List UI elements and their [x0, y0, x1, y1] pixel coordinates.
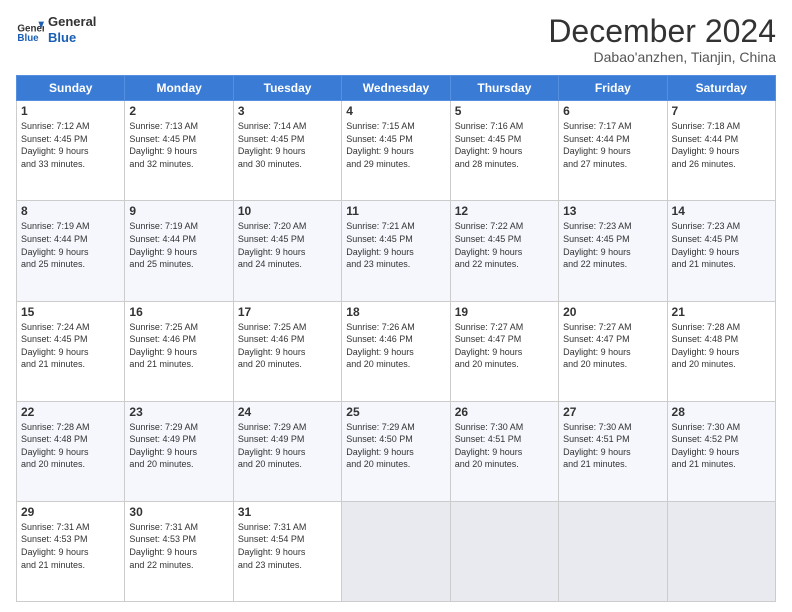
- table-row: 4 Sunrise: 7:15 AMSunset: 4:45 PMDayligh…: [342, 101, 450, 201]
- table-row: 22 Sunrise: 7:28 AMSunset: 4:48 PMDaylig…: [17, 401, 125, 501]
- week-row-2: 8 Sunrise: 7:19 AMSunset: 4:44 PMDayligh…: [17, 201, 776, 301]
- table-row: 25 Sunrise: 7:29 AMSunset: 4:50 PMDaylig…: [342, 401, 450, 501]
- logo-blue: Blue: [48, 30, 96, 46]
- table-row: 26 Sunrise: 7:30 AMSunset: 4:51 PMDaylig…: [450, 401, 558, 501]
- col-saturday: Saturday: [667, 76, 775, 101]
- empty-cell: [667, 501, 775, 601]
- location-subtitle: Dabao'anzhen, Tianjin, China: [548, 49, 776, 65]
- table-row: 31 Sunrise: 7:31 AMSunset: 4:54 PMDaylig…: [233, 501, 341, 601]
- table-row: 18 Sunrise: 7:26 AMSunset: 4:46 PMDaylig…: [342, 301, 450, 401]
- col-tuesday: Tuesday: [233, 76, 341, 101]
- week-row-3: 15 Sunrise: 7:24 AMSunset: 4:45 PMDaylig…: [17, 301, 776, 401]
- table-row: 11 Sunrise: 7:21 AMSunset: 4:45 PMDaylig…: [342, 201, 450, 301]
- col-wednesday: Wednesday: [342, 76, 450, 101]
- table-row: 24 Sunrise: 7:29 AMSunset: 4:49 PMDaylig…: [233, 401, 341, 501]
- table-row: 10 Sunrise: 7:20 AMSunset: 4:45 PMDaylig…: [233, 201, 341, 301]
- table-row: 29 Sunrise: 7:31 AMSunset: 4:53 PMDaylig…: [17, 501, 125, 601]
- title-block: December 2024 Dabao'anzhen, Tianjin, Chi…: [548, 14, 776, 65]
- table-row: 28 Sunrise: 7:30 AMSunset: 4:52 PMDaylig…: [667, 401, 775, 501]
- col-friday: Friday: [559, 76, 667, 101]
- table-row: 27 Sunrise: 7:30 AMSunset: 4:51 PMDaylig…: [559, 401, 667, 501]
- logo-icon: General Blue: [16, 16, 44, 44]
- empty-cell: [450, 501, 558, 601]
- table-row: 12 Sunrise: 7:22 AMSunset: 4:45 PMDaylig…: [450, 201, 558, 301]
- table-row: 3 Sunrise: 7:14 AMSunset: 4:45 PMDayligh…: [233, 101, 341, 201]
- empty-cell: [342, 501, 450, 601]
- week-row-1: 1 Sunrise: 7:12 AMSunset: 4:45 PMDayligh…: [17, 101, 776, 201]
- table-row: 14 Sunrise: 7:23 AMSunset: 4:45 PMDaylig…: [667, 201, 775, 301]
- table-row: 23 Sunrise: 7:29 AMSunset: 4:49 PMDaylig…: [125, 401, 233, 501]
- calendar-table: Sunday Monday Tuesday Wednesday Thursday…: [16, 75, 776, 602]
- page: General Blue General Blue December 2024 …: [0, 0, 792, 612]
- logo: General Blue General Blue: [16, 14, 96, 45]
- header: General Blue General Blue December 2024 …: [16, 14, 776, 65]
- table-row: 1 Sunrise: 7:12 AMSunset: 4:45 PMDayligh…: [17, 101, 125, 201]
- table-row: 9 Sunrise: 7:19 AMSunset: 4:44 PMDayligh…: [125, 201, 233, 301]
- col-thursday: Thursday: [450, 76, 558, 101]
- col-monday: Monday: [125, 76, 233, 101]
- calendar-header-row: Sunday Monday Tuesday Wednesday Thursday…: [17, 76, 776, 101]
- week-row-4: 22 Sunrise: 7:28 AMSunset: 4:48 PMDaylig…: [17, 401, 776, 501]
- month-title: December 2024: [548, 14, 776, 49]
- table-row: 20 Sunrise: 7:27 AMSunset: 4:47 PMDaylig…: [559, 301, 667, 401]
- col-sunday: Sunday: [17, 76, 125, 101]
- week-row-5: 29 Sunrise: 7:31 AMSunset: 4:53 PMDaylig…: [17, 501, 776, 601]
- table-row: 13 Sunrise: 7:23 AMSunset: 4:45 PMDaylig…: [559, 201, 667, 301]
- table-row: 2 Sunrise: 7:13 AMSunset: 4:45 PMDayligh…: [125, 101, 233, 201]
- table-row: 16 Sunrise: 7:25 AMSunset: 4:46 PMDaylig…: [125, 301, 233, 401]
- table-row: 19 Sunrise: 7:27 AMSunset: 4:47 PMDaylig…: [450, 301, 558, 401]
- table-row: 8 Sunrise: 7:19 AMSunset: 4:44 PMDayligh…: [17, 201, 125, 301]
- table-row: 30 Sunrise: 7:31 AMSunset: 4:53 PMDaylig…: [125, 501, 233, 601]
- logo-general: General: [48, 14, 96, 30]
- table-row: 15 Sunrise: 7:24 AMSunset: 4:45 PMDaylig…: [17, 301, 125, 401]
- table-row: 21 Sunrise: 7:28 AMSunset: 4:48 PMDaylig…: [667, 301, 775, 401]
- table-row: 5 Sunrise: 7:16 AMSunset: 4:45 PMDayligh…: [450, 101, 558, 201]
- svg-text:Blue: Blue: [17, 33, 39, 44]
- table-row: 17 Sunrise: 7:25 AMSunset: 4:46 PMDaylig…: [233, 301, 341, 401]
- table-row: 6 Sunrise: 7:17 AMSunset: 4:44 PMDayligh…: [559, 101, 667, 201]
- table-row: 7 Sunrise: 7:18 AMSunset: 4:44 PMDayligh…: [667, 101, 775, 201]
- empty-cell: [559, 501, 667, 601]
